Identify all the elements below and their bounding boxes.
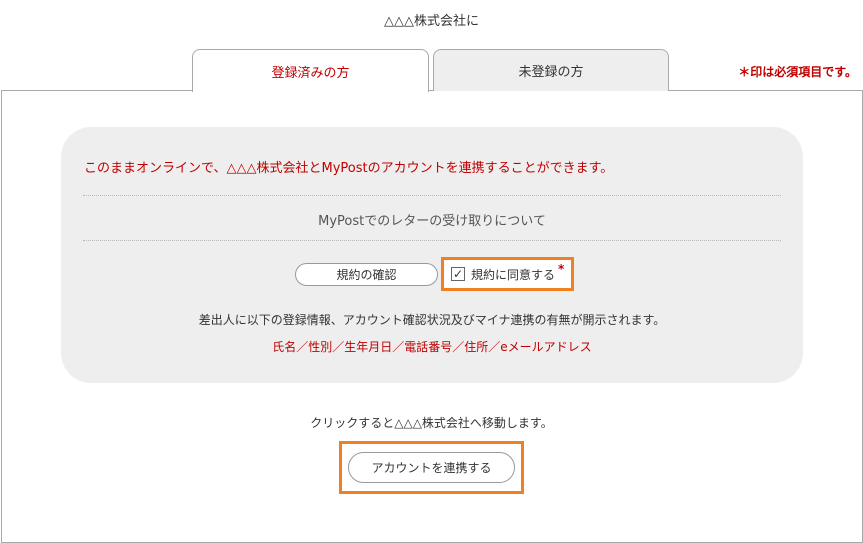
link-account-highlight: アカウントを連携する: [339, 441, 524, 494]
move-notice: クリックすると△△△株式会社へ移動します。: [310, 416, 553, 430]
divider: [83, 195, 781, 196]
divider: [83, 240, 781, 241]
agree-terms-label[interactable]: 規約に同意する: [471, 266, 555, 283]
agree-terms-checkbox[interactable]: ✓: [451, 267, 465, 281]
required-note: ＊印は必須項目です。: [738, 65, 857, 79]
company-title: △△△株式会社に: [384, 14, 479, 29]
disclosure-items: 氏名／性別／生年月日／電話番号／住所／eメールアドレス: [272, 340, 592, 354]
link-account-button[interactable]: アカウントを連携する: [348, 452, 515, 483]
link-message: このままオンラインで、△△△株式会社とMyPostのアカウントを連携することがで…: [84, 161, 614, 176]
tab-registered[interactable]: 登録済みの方: [192, 49, 429, 92]
terms-check-button[interactable]: 規約の確認: [295, 263, 438, 286]
letter-info-text: MyPostでのレターの受け取りについて: [318, 214, 546, 229]
agree-terms-highlight: ✓ 規約に同意する *: [441, 257, 574, 291]
info-box: このままオンラインで、△△△株式会社とMyPostのアカウントを連携することがで…: [61, 127, 803, 383]
required-asterisk: *: [558, 262, 565, 276]
account-link-page: △△△株式会社に 登録済みの方 未登録の方 ＊印は必須項目です。 このままオンラ…: [0, 0, 863, 543]
tab-unregistered[interactable]: 未登録の方: [433, 49, 669, 91]
disclosure-text: 差出人に以下の登録情報、アカウント確認状況及びマイナ連携の有無が開示されます。: [198, 313, 666, 327]
